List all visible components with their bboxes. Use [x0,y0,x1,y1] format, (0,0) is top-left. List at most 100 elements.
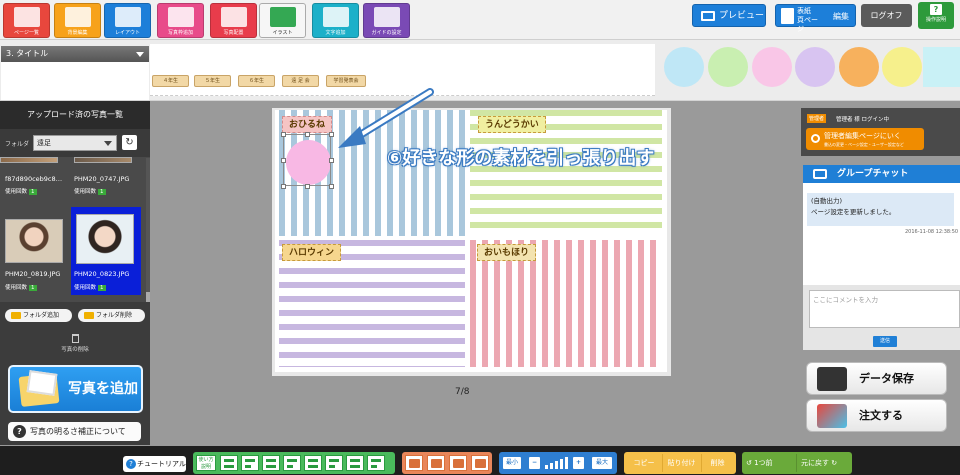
copy-button[interactable]: コピー [627,454,661,472]
add-photo-button[interactable]: 写真を追加 [8,365,143,413]
layer-icon [475,459,486,468]
book-icon [781,8,794,24]
align-button[interactable] [346,455,364,471]
help-button[interactable]: ? 操作説明 [918,2,954,29]
label-material[interactable]: ４年生 [152,75,189,87]
resize-handle[interactable] [329,184,334,189]
delete-photo-label: 写真の削除 [61,347,89,353]
align-button[interactable] [220,455,238,471]
undo-button[interactable]: ↺ 1つ前 [746,454,794,472]
redo-button[interactable]: 元に戻す ↻ [796,454,850,472]
layout-icon [114,7,141,27]
align-button[interactable] [304,455,322,471]
admin-page-button[interactable]: 管理者編集ページにいく 書込の変更・ページ設定・ユーザー設定など [806,128,924,150]
section-label[interactable]: おひるね [282,116,333,133]
trash-icon [71,334,79,343]
label-material[interactable]: 遠 足 会 [282,75,319,87]
cover-edit-button[interactable]: 表紙 頁ページ 編集 [775,4,856,33]
align-button[interactable] [367,455,385,471]
resize-handle[interactable] [305,184,310,189]
layer-order-button[interactable] [471,455,489,471]
shape-material[interactable] [882,47,922,87]
tab-illustration[interactable]: イラスト [259,3,306,38]
delete-folder-button[interactable]: フォルダ削除 [78,309,145,322]
resize-handle[interactable] [305,132,310,137]
resize-handle[interactable] [281,184,286,189]
shape-material[interactable] [708,47,748,87]
align-icon [245,459,255,462]
label-material[interactable]: ５年生 [194,75,231,87]
align-button[interactable] [325,455,343,471]
layer-order-button[interactable] [405,455,423,471]
order-button[interactable]: 注文する [806,399,947,432]
align-icon [308,459,318,462]
tab-layout[interactable]: レイアウト [104,3,151,38]
align-icon [287,459,297,462]
logout-button[interactable]: ログオフ [861,4,912,27]
align-icon [266,459,276,462]
section-label[interactable]: ハロウィン [282,244,342,261]
floppy-icon [817,367,847,391]
add-photo-label: 写真を追加 [68,381,138,397]
photo-scrollbar[interactable] [146,158,150,302]
layer-icon [453,459,464,468]
selection-frame[interactable] [283,134,331,186]
chevron-down-icon [136,52,144,57]
zoom-level-icon[interactable] [545,457,569,470]
photo-thumbnail[interactable] [76,214,134,264]
refresh-button[interactable]: ↻ [122,135,137,150]
cover-label-1: 表紙 [797,7,811,15]
delete-button[interactable]: 削除 [701,454,733,472]
chevron-down-icon [104,141,112,146]
tutorial-button[interactable]: ? チュートリアル [123,456,186,472]
folder-select[interactable]: 遠足 [33,135,117,151]
tab-background[interactable]: 背景編集 [54,3,101,38]
preview-button[interactable]: プレビュー [692,4,766,27]
align-button[interactable] [262,455,280,471]
shape-material[interactable] [664,47,704,87]
align-icon [350,465,360,468]
tab-photo-place[interactable]: 写真配置 [210,3,257,38]
photo-name: PHM20_0819.JPG [5,270,61,278]
shape-material[interactable] [795,47,835,87]
tab-page-list[interactable]: ページ一覧 [3,3,50,38]
add-folder-label: フォルダ追加 [23,312,60,319]
admin-page-label: 管理者編集ページにいく [824,132,901,140]
send-button[interactable]: 送信 [873,336,897,347]
add-folder-button[interactable]: フォルダ追加 [5,309,72,322]
shape-material[interactable] [923,47,960,87]
save-data-button[interactable]: データ保存 [806,362,947,395]
zoom-out-button[interactable]: − [529,457,540,469]
shape-material[interactable] [839,47,879,87]
align-button[interactable] [283,455,301,471]
layer-order-button[interactable] [427,455,445,471]
label-material[interactable]: ６年生 [238,75,275,87]
question-icon: ? [930,4,942,15]
photo-scrollbar-thumb[interactable] [146,292,150,302]
section-label[interactable]: おいもほり [477,244,537,261]
usage-guide-button[interactable]: 使い方説明 [196,455,216,471]
photo-thumbnail[interactable] [0,157,58,163]
tab-guide[interactable]: ガイドの設定 [363,3,410,38]
resize-handle[interactable] [281,158,286,163]
layer-order-button[interactable] [449,455,467,471]
tab-photo-frame[interactable]: 写真枠追加 [157,3,204,38]
zoom-min-button[interactable]: 最小 [503,457,521,469]
photo-name: PHM20_0747.JPG [74,175,130,183]
shape-material[interactable] [752,47,792,87]
delete-photo-button[interactable]: 写真の削除 [0,328,150,356]
admin-page-sublabel: 書込の変更・ページ設定・ユーザー設定など [824,142,904,147]
tab-text-add[interactable]: 文字追加 [312,3,359,38]
section-label[interactable]: うんどうかい [478,116,546,133]
brightness-help-button[interactable]: ? 写真の明るさ補正について [8,422,141,441]
resize-handle[interactable] [281,132,286,137]
zoom-max-button[interactable]: 最大 [592,457,612,469]
paste-button[interactable]: 貼り付け [662,454,700,472]
chat-input[interactable]: ここにコメントを入力 [809,290,960,328]
photo-thumbnail[interactable] [5,219,63,263]
resize-handle[interactable] [329,158,334,163]
align-button[interactable] [241,455,259,471]
title-select[interactable]: 3. タイトル [1,46,149,62]
photo-thumbnail[interactable] [74,157,132,163]
zoom-in-button[interactable]: + [573,457,584,469]
